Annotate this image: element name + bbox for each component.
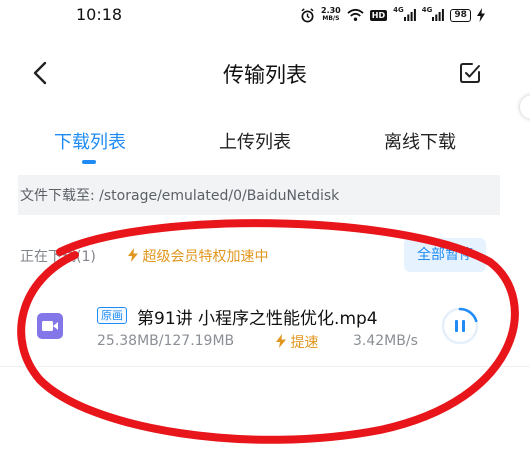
lightning-icon [128, 248, 138, 262]
signal-icon: 4G [393, 6, 416, 25]
file-size-progress: 25.38MB/127.19MB [97, 333, 235, 349]
downloading-count-label: 正在下载(1) [20, 249, 96, 265]
signal-icon: 4G [422, 6, 445, 25]
file-name[interactable]: 第91讲 小程序之性能优化.mp4 [137, 304, 378, 329]
tab-offline-download[interactable]: 离线下载 [340, 128, 500, 154]
battery-indicator: 98 [450, 8, 471, 22]
tab-upload-list[interactable]: 上传列表 [175, 128, 335, 154]
pause-all-button[interactable]: 全部暂停 [404, 238, 486, 272]
network-speed: 2.30 MB/S [321, 6, 341, 23]
download-path-text: 文件下载至: /storage/emulated/0/BaiduNetdisk [20, 188, 340, 204]
status-time: 10:18 [76, 5, 123, 24]
tab-download-list[interactable]: 下载列表 [10, 128, 170, 154]
charging-icon [476, 8, 485, 22]
checkbox-edit-icon[interactable] [458, 61, 482, 85]
wifi-icon [347, 8, 364, 21]
video-file-icon [37, 313, 63, 339]
hd-badge: HD [369, 9, 388, 21]
speedup-button[interactable]: 提速 [276, 332, 318, 352]
vip-boost-label: 超级会员特权加速中 [128, 246, 268, 266]
status-icons: 2.30 MB/S HD 4G 4G 98 [300, 6, 485, 24]
alarm-icon [301, 7, 314, 22]
active-tab-indicator [82, 160, 96, 164]
page-title: 传输列表 [223, 63, 307, 87]
lightning-icon [276, 334, 286, 348]
original-quality-badge: 原画 [97, 307, 127, 324]
floating-button[interactable] [520, 95, 530, 119]
list-divider [0, 366, 530, 367]
pause-download-button[interactable] [439, 305, 481, 347]
download-rate: 3.42MB/s [353, 333, 418, 349]
